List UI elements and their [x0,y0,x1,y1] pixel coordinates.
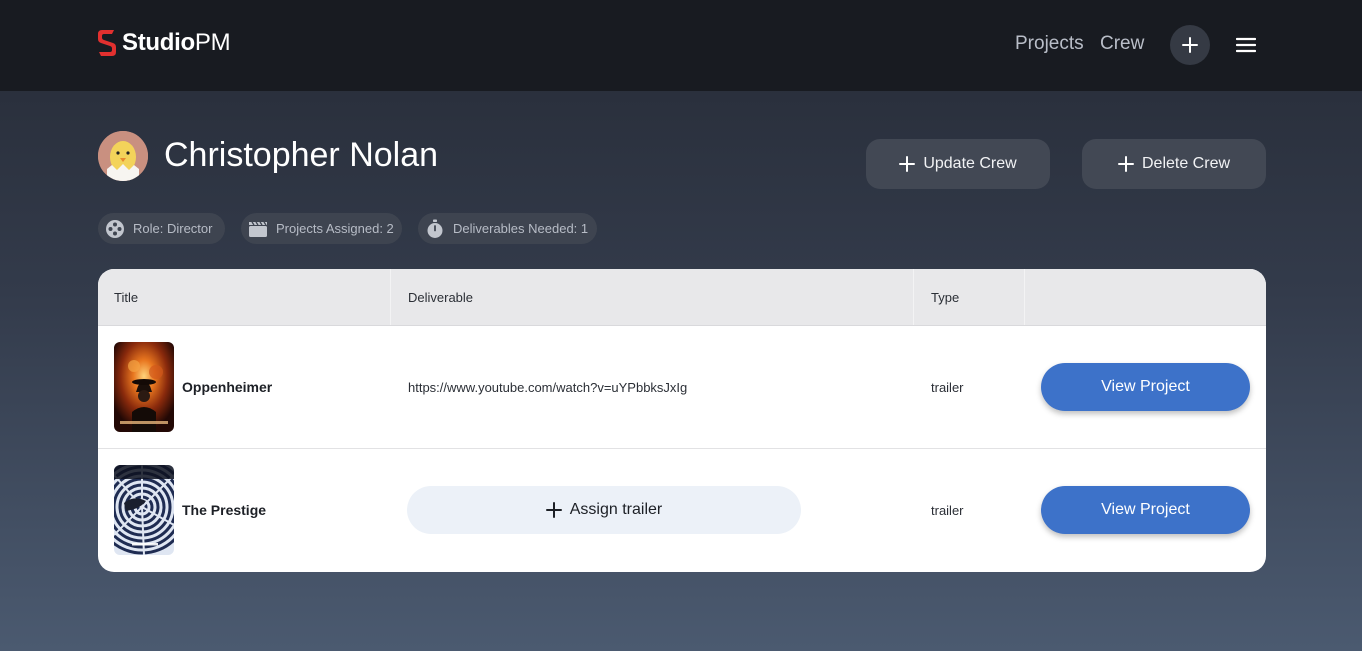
view-project-button[interactable]: View Project [1041,363,1250,411]
crew-name: Christopher Nolan [164,136,439,174]
chick-avatar-icon [98,131,148,181]
plus-icon [1117,156,1134,172]
header-deliverable: Deliverable [408,290,474,305]
update-crew-label: Update Crew [923,155,1017,172]
delete-crew-label: Delete Crew [1141,155,1231,172]
table-header: Title Deliverable Type [98,269,1266,326]
movie-title: The Prestige [182,502,267,518]
oppenheimer-poster [114,342,174,432]
logo-text: StudioPM [122,29,231,56]
header-divider [1024,269,1025,325]
header-divider [390,269,391,325]
header-type: Type [931,290,960,305]
header-title: Title [114,290,139,305]
header-divider [913,269,914,325]
deliverables-needed-label: Deliverables Needed: 1 [453,221,589,236]
projects-table: Title Deliverable Type Oppenheimer https… [98,269,1266,572]
nav-crew-link[interactable]: Crew [1100,33,1144,55]
role-chip-label: Role: Director [133,221,213,236]
avatar [98,131,148,181]
delete-crew-button[interactable]: Delete Crew [1082,139,1266,189]
nav-add-button[interactable] [1170,25,1210,65]
nav-menu-button[interactable] [1232,31,1260,59]
update-crew-button[interactable]: Update Crew [866,139,1050,189]
projects-assigned-label: Projects Assigned: 2 [276,221,394,236]
deliverable-link[interactable]: https://www.youtube.com/watch?v=uYPbbksJ… [408,326,687,449]
type-cell: trailer [931,503,964,518]
plus-icon [545,502,562,518]
table-row: The Prestige Assign trailer trailer View… [98,449,1266,572]
studiopm-logo[interactable]: StudioPM [97,27,231,59]
movie-title: Oppenheimer [182,379,273,395]
plus-icon [899,156,916,172]
the-prestige-poster [114,465,174,555]
type-cell: trailer [931,380,964,395]
nav-projects-link[interactable]: Projects [1015,33,1084,55]
view-project-button[interactable]: View Project [1041,486,1250,534]
table-row: Oppenheimer https://www.youtube.com/watc… [98,326,1266,449]
assign-trailer-label: Assign trailer [569,501,663,518]
logo-s-icon [98,30,116,56]
film-reel-icon [105,219,125,239]
clapperboard-icon [248,219,268,239]
navbar: StudioPM Projects Crew [0,0,1362,91]
projects-assigned-chip: Projects Assigned: 2 [241,213,402,244]
role-chip: Role: Director [98,213,225,244]
hamburger-menu-icon [1236,37,1256,53]
deliverables-needed-chip: Deliverables Needed: 1 [418,213,597,244]
stopwatch-icon [425,219,445,239]
plus-icon [1182,37,1198,53]
assign-trailer-button[interactable]: Assign trailer [407,486,801,534]
